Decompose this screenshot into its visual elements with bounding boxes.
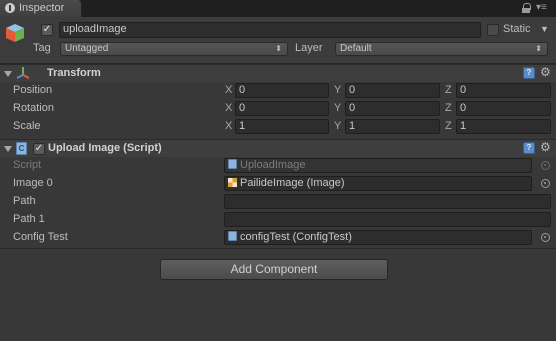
static-checkbox[interactable]	[487, 24, 499, 36]
chevron-updown-icon: ⬍	[275, 44, 282, 53]
foldout-arrow-icon[interactable]	[4, 71, 12, 77]
image0-label: Image 0	[13, 177, 53, 189]
axis-x-label: X	[225, 120, 233, 132]
menu-icon[interactable]: ▾≡	[536, 3, 552, 13]
scale-label: Scale	[13, 120, 41, 132]
lock-icon[interactable]	[522, 3, 531, 13]
component-enabled-checkbox[interactable]: ✓	[33, 143, 45, 155]
config-test-field[interactable]: configTest (ConfigTest)	[224, 230, 532, 245]
object-picker-icon	[541, 161, 550, 170]
script-icon	[228, 231, 237, 241]
add-component-button[interactable]: Add Component	[160, 259, 388, 280]
axis-z-label: Z	[445, 84, 452, 96]
tab-label: Inspector	[19, 2, 65, 14]
axis-y-label: Y	[334, 120, 342, 132]
image0-field[interactable]: PailideImage (Image)	[224, 176, 532, 191]
axis-x-label: X	[225, 102, 233, 114]
layer-label: Layer	[295, 42, 323, 54]
object-picker-icon[interactable]	[541, 179, 550, 188]
config-test-label: Config Test	[13, 231, 68, 243]
axis-y-label: Y	[334, 102, 342, 114]
gear-icon[interactable]: ⚙	[540, 66, 552, 78]
help-icon[interactable]: ?	[523, 142, 535, 154]
tag-dropdown[interactable]: Untagged ⬍	[60, 42, 288, 56]
scale-x-field[interactable]: 1	[235, 119, 329, 134]
image-icon	[228, 178, 237, 187]
rotation-x-field[interactable]: 0	[235, 101, 329, 116]
chevron-updown-icon: ⬍	[535, 44, 542, 53]
axis-y-label: Y	[334, 84, 342, 96]
info-icon	[5, 3, 15, 13]
scale-z-field[interactable]: 1	[456, 119, 551, 134]
position-label: Position	[13, 84, 53, 96]
tab-strip	[0, 0, 556, 17]
script-field: UploadImage	[224, 158, 532, 173]
position-z-field[interactable]: 0	[456, 83, 551, 98]
rotation-y-field[interactable]: 0	[345, 101, 440, 116]
rotation-z-field[interactable]: 0	[456, 101, 551, 116]
divider	[0, 248, 556, 249]
script-component-title: Upload Image (Script)	[48, 142, 162, 154]
script-value: UploadImage	[240, 159, 306, 171]
tag-value: Untagged	[65, 43, 109, 54]
path-label: Path	[13, 195, 36, 207]
script-icon	[228, 159, 237, 169]
tag-label: Tag	[33, 42, 51, 54]
tab-inspector[interactable]: Inspector	[0, 0, 82, 17]
help-icon[interactable]: ?	[523, 67, 535, 79]
path1-label: Path 1	[13, 213, 45, 225]
path-input[interactable]	[224, 194, 551, 209]
position-y-field[interactable]: 0	[345, 83, 440, 98]
static-dropdown-arrow[interactable]: ▼	[540, 24, 549, 34]
transform-title: Transform	[47, 67, 101, 79]
path1-input[interactable]	[224, 212, 551, 227]
rotation-label: Rotation	[13, 102, 54, 114]
object-picker-icon[interactable]	[541, 233, 550, 242]
image0-value: PailideImage (Image)	[240, 177, 345, 189]
foldout-arrow-icon[interactable]	[4, 146, 12, 152]
transform-axes-icon	[16, 67, 30, 79]
scale-y-field[interactable]: 1	[345, 119, 440, 134]
object-name-input[interactable]: uploadImage	[59, 22, 481, 38]
layer-value: Default	[340, 43, 372, 54]
axis-z-label: Z	[445, 102, 452, 114]
script-label: Script	[13, 159, 42, 171]
axis-z-label: Z	[445, 120, 452, 132]
position-x-field[interactable]: 0	[235, 83, 329, 98]
active-checkbox[interactable]: ✓	[41, 24, 53, 36]
axis-x-label: X	[225, 84, 233, 96]
config-test-value: configTest (ConfigTest)	[240, 231, 352, 243]
static-label: Static	[503, 23, 531, 35]
layer-dropdown[interactable]: Default ⬍	[335, 42, 548, 56]
cube-icon	[6, 24, 24, 42]
script-icon: C	[16, 142, 27, 155]
gear-icon[interactable]: ⚙	[540, 141, 552, 153]
